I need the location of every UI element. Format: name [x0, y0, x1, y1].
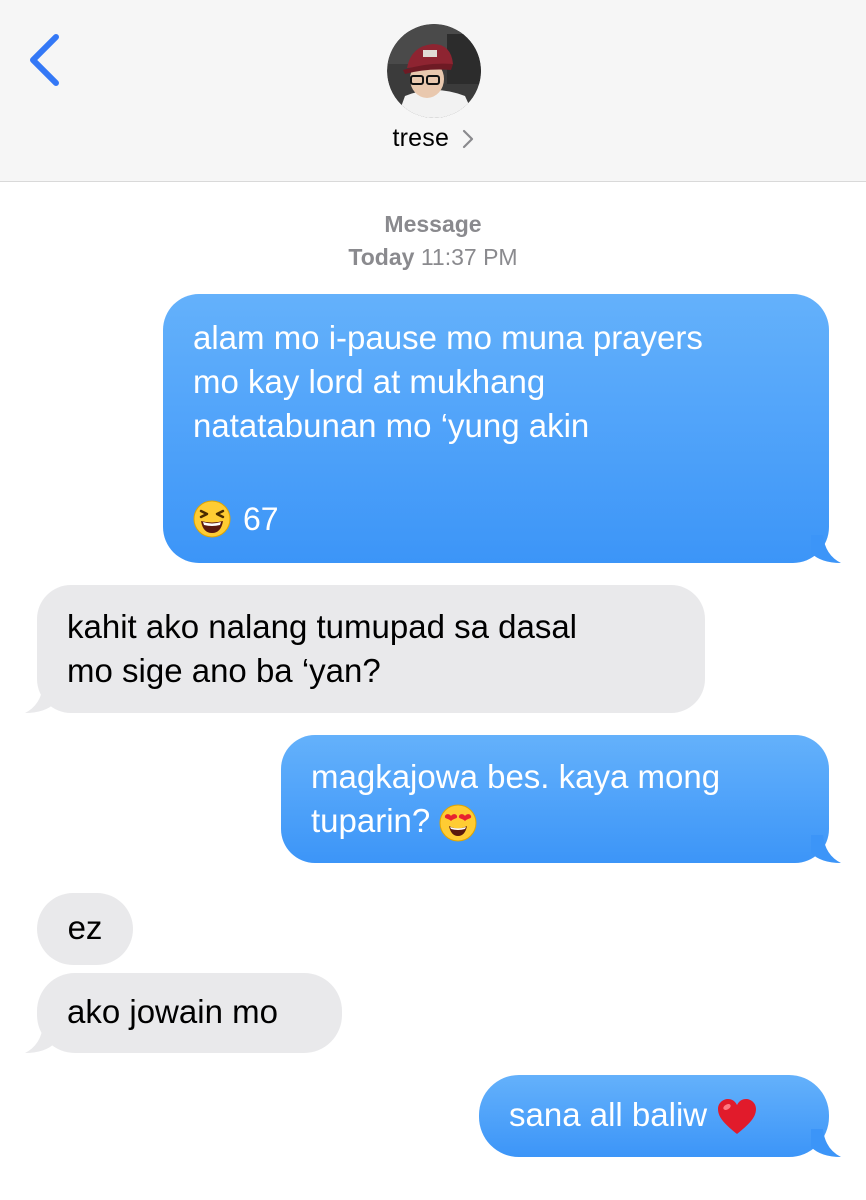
message-bubble-sent[interactable]: alam mo i-pause mo muna prayers mo kay l…: [163, 294, 841, 563]
message-text-line: magkajowa bes. kaya mong: [311, 758, 721, 795]
message-text: sana all baliw: [509, 1096, 708, 1133]
contact-info-button[interactable]: trese: [0, 124, 866, 160]
message-text-line: kahit ako nalang tumupad sa dasal: [67, 608, 578, 645]
message-text-line: ako jowain mo: [67, 993, 278, 1030]
message-bubble-received[interactable]: kahit ako nalang tumupad sa dasal mo sig…: [25, 585, 705, 713]
chevron-right-icon: [462, 129, 473, 148]
conversation-header: trese: [0, 0, 866, 182]
message-text-line: sana all baliw: [509, 1093, 829, 1137]
imessage-screen: trese Message Today 11:37 PM alam mo i-p…: [0, 0, 866, 1200]
bubble-tail: [25, 1025, 55, 1053]
avatar[interactable]: [387, 24, 481, 118]
bubble-tail: [811, 835, 841, 863]
chevron-left-icon: [30, 34, 59, 86]
bubble-tail: [811, 1129, 841, 1157]
reaction-summary[interactable]: 67: [193, 497, 279, 541]
message-text: tuparin?: [311, 802, 431, 839]
contact-name: trese: [392, 124, 450, 152]
heart-eyes-face-icon: [439, 804, 477, 842]
message-text-line: mo kay lord at mukhang: [193, 363, 546, 400]
message-text-line: tuparin?: [311, 799, 799, 843]
message-text-line: mo sige ano ba ‘yan?: [67, 652, 381, 689]
avatar-image: [387, 24, 481, 118]
timestamp-day: Today: [348, 244, 415, 270]
message-bubble-received[interactable]: ako jowain mo: [25, 973, 342, 1053]
reaction-count: 67: [243, 501, 279, 537]
message-text-line: alam mo i-pause mo muna prayers: [193, 319, 703, 356]
message-bubble-received[interactable]: ez: [37, 893, 133, 965]
message-bubble-sent[interactable]: sana all baliw: [479, 1075, 841, 1157]
back-button[interactable]: [22, 30, 72, 92]
bubble-tail: [811, 535, 841, 563]
message-bubble-sent[interactable]: magkajowa bes. kaya mong tuparin?: [281, 735, 841, 863]
thread-timestamp: Today 11:37 PM: [0, 244, 866, 271]
laughing-face-icon: [193, 500, 231, 538]
timestamp-time: 11:37 PM: [420, 244, 518, 270]
red-heart-icon: [718, 1099, 757, 1135]
bubble-tail: [25, 685, 55, 713]
service-label: Message: [384, 211, 482, 237]
message-text-line: ez: [67, 909, 103, 946]
message-text-line: natatabunan mo ‘yung akin: [193, 407, 590, 444]
